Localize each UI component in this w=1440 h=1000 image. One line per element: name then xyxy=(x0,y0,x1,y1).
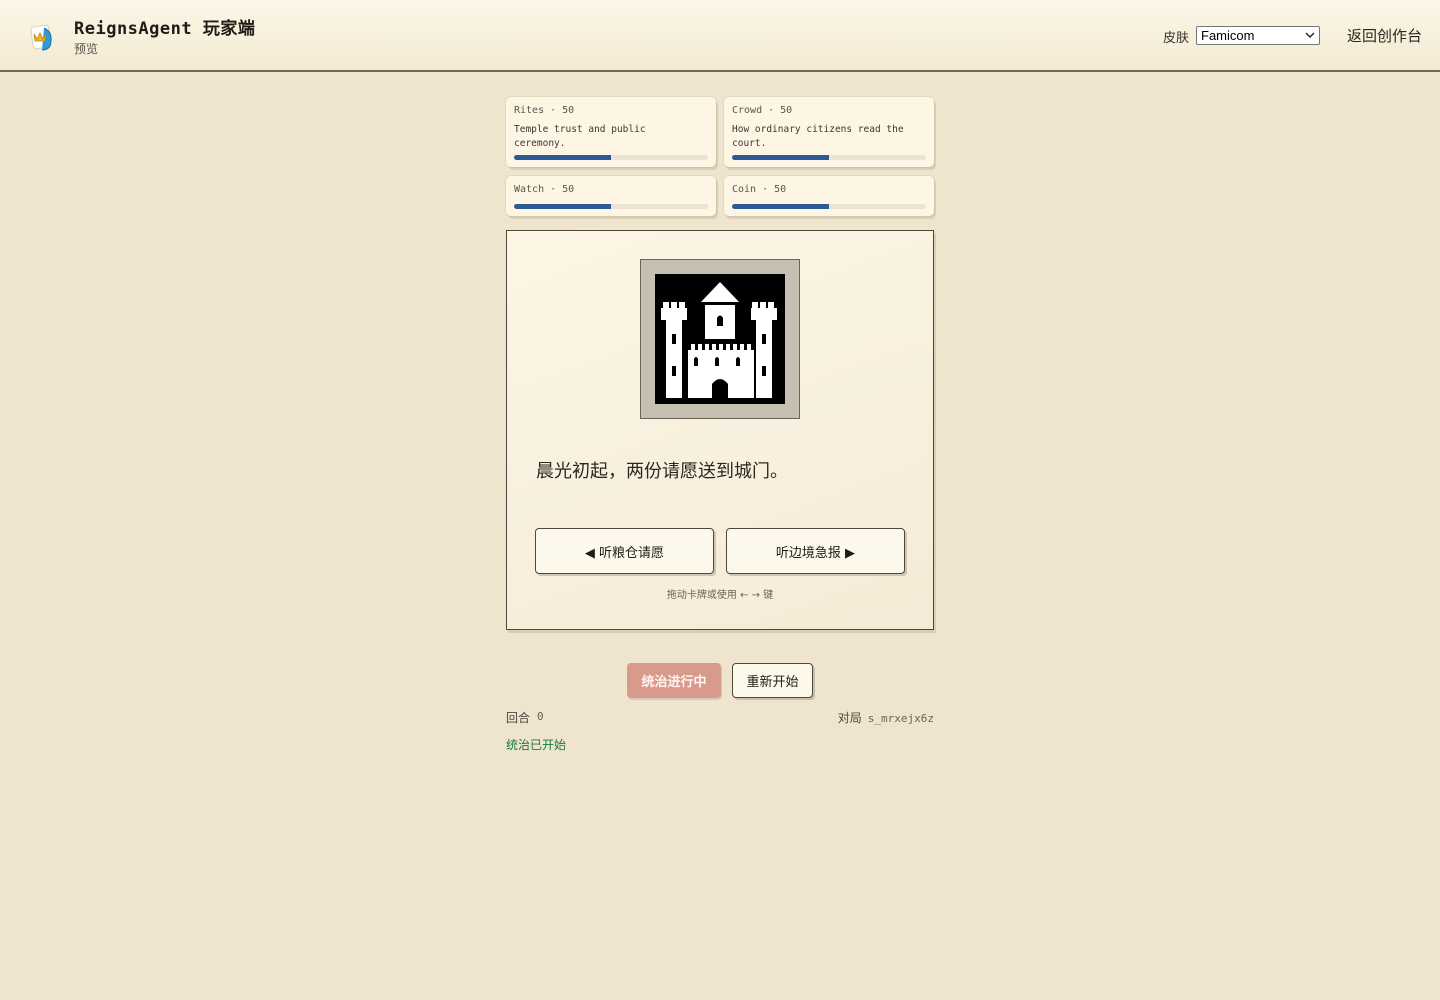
swipe-hint: 拖动卡牌或使用 ← → 键 xyxy=(666,590,774,601)
stat-header: Coin · 50 xyxy=(732,184,787,195)
stat-bar xyxy=(514,204,708,209)
skin-select-value: Famicom xyxy=(1201,28,1255,43)
left-choice-button[interactable]: ◀ 听粮仓请愿 xyxy=(535,528,714,574)
right-choice-button[interactable]: 听边境急报 ▶ xyxy=(726,528,905,574)
skin-label: 皮肤 xyxy=(1163,31,1190,46)
stat-bar-fill xyxy=(732,155,829,160)
stat-description: Temple trust and public ceremony. xyxy=(514,124,646,149)
skin-select[interactable]: Famicom xyxy=(1196,26,1320,45)
stat-card-coin: Coin · 50 xyxy=(724,176,934,216)
app-title: ReignsAgent 玩家端 xyxy=(74,19,256,39)
back-to-studio-link[interactable]: 返回创作台 xyxy=(1347,25,1422,46)
stat-card-watch: Watch · 50 xyxy=(506,176,716,216)
stat-bar xyxy=(732,204,926,209)
stat-card-crowd: Crowd · 50 How ordinary citizens read th… xyxy=(724,97,934,167)
stat-header: Crowd · 50 xyxy=(732,105,793,116)
stat-description: How ordinary citizens read the court. xyxy=(732,124,904,149)
session-info: 对局 s_mrxejx6z xyxy=(838,709,934,726)
stat-bar-fill xyxy=(514,155,611,160)
session-label: 对局 xyxy=(837,711,862,725)
card-art-frame xyxy=(640,259,800,419)
session-id: s_mrxejx6z xyxy=(867,712,934,725)
stat-bar xyxy=(732,155,926,160)
status-message: 统治已开始 xyxy=(506,738,567,752)
reign-status-button: 统治进行中 xyxy=(627,663,721,698)
crown-card-icon xyxy=(30,24,52,51)
decision-card[interactable]: 晨光初起，两份请愿送到城门。 ◀ 听粮仓请愿 听边境急报 ▶ 拖动卡牌或使用 ←… xyxy=(506,230,934,630)
stat-header: Rites · 50 xyxy=(514,105,575,116)
castle-icon xyxy=(655,274,785,404)
round-value: 0 xyxy=(537,710,544,723)
stat-card-rites: Rites · 50 Temple trust and public cerem… xyxy=(506,97,716,167)
round-label: 回合 xyxy=(506,711,531,725)
card-prompt: 晨光初起，两份请愿送到城门。 xyxy=(536,461,788,482)
stat-bar-fill xyxy=(514,204,611,209)
app-subtitle: 预览 xyxy=(74,42,99,56)
top-bar: ReignsAgent 玩家端 预览 皮肤 Famicom 返回创作台 xyxy=(0,0,1440,72)
card-art xyxy=(655,274,785,404)
stat-bar-fill xyxy=(732,204,829,209)
stat-header: Watch · 50 xyxy=(514,184,575,195)
stat-bar xyxy=(514,155,708,160)
chevron-down-icon xyxy=(1305,32,1315,38)
restart-button[interactable]: 重新开始 xyxy=(732,663,813,698)
